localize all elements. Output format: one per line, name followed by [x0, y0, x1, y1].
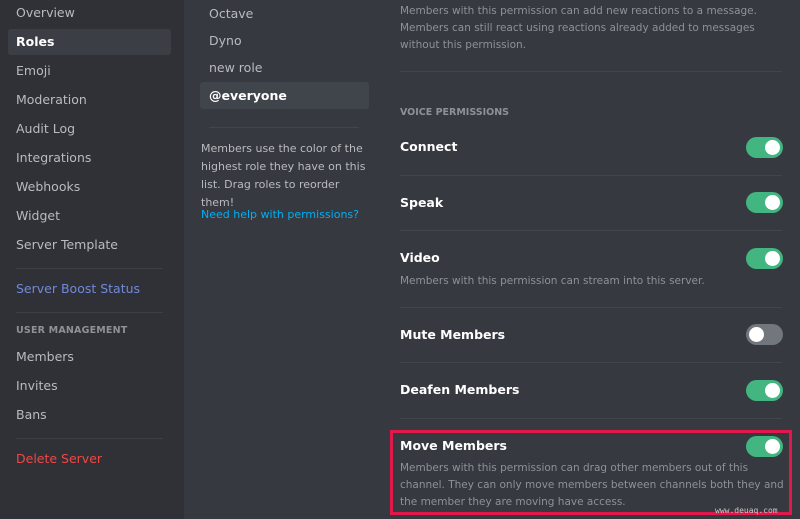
- sidebar-item-server-template[interactable]: Server Template: [8, 232, 171, 258]
- permissions-panel: Members with this permission can add new…: [384, 0, 800, 519]
- permission-divider: [400, 418, 782, 419]
- roles-divider: [209, 127, 359, 128]
- user-management-header: USER MANAGEMENT: [16, 325, 128, 336]
- role-item-octave[interactable]: Octave: [200, 0, 369, 27]
- roles-list-panel: Octave Dyno new role @everyone Members u…: [184, 0, 384, 519]
- sidebar-item-roles[interactable]: Roles: [8, 29, 171, 55]
- permission-title-video: Video: [400, 250, 440, 265]
- voice-permissions-header: VOICE PERMISSIONS: [400, 107, 509, 118]
- toggle-knob: [765, 251, 780, 266]
- toggle-mute-members[interactable]: [746, 324, 783, 345]
- permission-divider: [400, 362, 782, 363]
- sidebar-divider: [16, 312, 163, 313]
- sidebar-item-integrations[interactable]: Integrations: [8, 145, 171, 171]
- toggle-speak[interactable]: [746, 192, 783, 213]
- toggle-connect[interactable]: [746, 137, 783, 158]
- sidebar-item-server-boost-status[interactable]: Server Boost Status: [8, 276, 171, 302]
- permission-divider: [400, 175, 782, 176]
- sidebar-item-audit-log[interactable]: Audit Log: [8, 116, 171, 142]
- roles-help-text: Members use the color of the highest rol…: [201, 142, 366, 209]
- sidebar-item-moderation[interactable]: Moderation: [8, 87, 171, 113]
- permissions-help-link[interactable]: Need help with permissions?: [201, 208, 359, 221]
- settings-sidebar: Overview Roles Emoji Moderation Audit Lo…: [0, 0, 184, 519]
- role-item-everyone[interactable]: @everyone: [200, 82, 369, 109]
- toggle-knob: [765, 439, 780, 454]
- permission-divider: [400, 230, 782, 231]
- permission-title-move-members: Move Members: [400, 438, 507, 453]
- toggle-knob: [765, 383, 780, 398]
- sidebar-item-invites[interactable]: Invites: [8, 373, 171, 399]
- role-item-new-role[interactable]: new role: [200, 54, 369, 81]
- toggle-video[interactable]: [746, 248, 783, 269]
- sidebar-item-overview[interactable]: Overview: [8, 0, 171, 26]
- toggle-knob: [749, 327, 764, 342]
- permission-title-mute-members: Mute Members: [400, 327, 506, 342]
- delete-server-button[interactable]: Delete Server: [8, 446, 171, 472]
- watermark: www.deuaq.com: [715, 506, 778, 515]
- sidebar-item-members[interactable]: Members: [8, 344, 171, 370]
- permission-divider: [400, 71, 782, 72]
- permission-title-connect: Connect: [400, 139, 458, 154]
- permission-description: Members with this permission can add new…: [400, 5, 757, 51]
- toggle-deafen-members[interactable]: [746, 380, 783, 401]
- sidebar-item-emoji[interactable]: Emoji: [8, 58, 171, 84]
- sidebar-divider: [16, 268, 163, 269]
- toggle-knob: [765, 195, 780, 210]
- permission-title-speak: Speak: [400, 195, 444, 210]
- permission-divider: [400, 307, 782, 308]
- permission-description-video: Members with this permission can stream …: [400, 275, 705, 287]
- sidebar-divider: [16, 438, 163, 439]
- role-item-dyno[interactable]: Dyno: [200, 27, 369, 54]
- sidebar-item-webhooks[interactable]: Webhooks: [8, 174, 171, 200]
- permission-title-deafen-members: Deafen Members: [400, 382, 520, 397]
- sidebar-item-widget[interactable]: Widget: [8, 203, 171, 229]
- toggle-knob: [765, 140, 780, 155]
- permission-description-move-members: Members with this permission can drag ot…: [400, 462, 784, 508]
- sidebar-item-bans[interactable]: Bans: [8, 402, 171, 428]
- toggle-move-members[interactable]: [746, 436, 783, 457]
